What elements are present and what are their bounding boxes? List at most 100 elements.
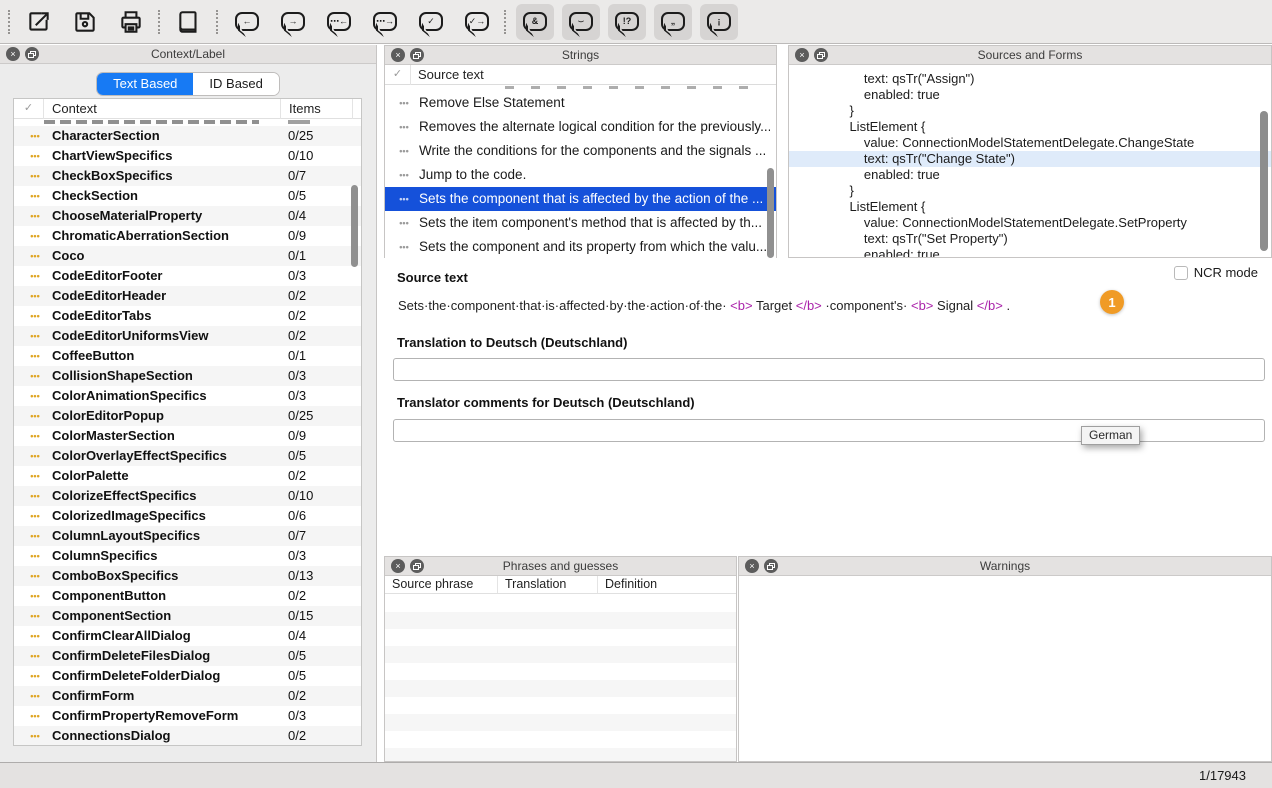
warnings-body[interactable]	[739, 577, 1271, 761]
float-icon[interactable]	[814, 48, 828, 62]
string-row[interactable]: ••• Sets the item component's method tha…	[385, 211, 776, 235]
table-row[interactable]: ••• CharacterSection 0/25	[14, 126, 361, 146]
phrases-column-header[interactable]: Definition	[597, 576, 736, 593]
table-row[interactable]: ••• Coco 0/1	[14, 246, 361, 266]
context-name: CodeEditorTabs	[52, 306, 151, 326]
close-icon[interactable]: ×	[391, 559, 405, 573]
table-row[interactable]: ••• ColorizedImageSpecifics 0/6	[14, 506, 361, 526]
prev-unfinished-button[interactable]: ←	[228, 4, 266, 40]
string-row[interactable]: ••• Removes the alternate logical condit…	[385, 115, 776, 139]
next-unfinished-button[interactable]: →	[274, 4, 312, 40]
table-row[interactable]: ••• ComboBoxSpecifics 0/13	[14, 566, 361, 586]
prev-button[interactable]: ⋯←	[320, 4, 358, 40]
close-icon[interactable]: ×	[795, 48, 809, 62]
toggle-accelerators-button[interactable]: &	[516, 4, 554, 40]
table-row[interactable]: ••• ColumnSpecifics 0/3	[14, 546, 361, 566]
string-row[interactable]: ••• Sets the component that is affected …	[385, 187, 776, 211]
table-row[interactable]: ••• ColumnLayoutSpecifics 0/7	[14, 526, 361, 546]
ncr-mode-checkbox[interactable]	[1174, 266, 1188, 280]
source-string: Sets the component that is affected by t…	[419, 187, 770, 211]
print-button[interactable]	[112, 4, 150, 40]
close-icon[interactable]: ×	[745, 559, 759, 573]
table-row[interactable]: ••• ColorPalette 0/2	[14, 466, 361, 486]
table-row[interactable]: ••• ColorAnimationSpecifics 0/3	[14, 386, 361, 406]
toolbar-handle[interactable]	[8, 10, 10, 34]
string-row[interactable]: ••• Write the conditions for the compone…	[385, 139, 776, 163]
source-text-column-header[interactable]: Source text	[418, 65, 484, 84]
done-and-next-button[interactable]: ✓	[412, 4, 450, 40]
close-icon[interactable]: ×	[6, 47, 20, 61]
context-items-count: 0/2	[288, 466, 306, 486]
table-row[interactable]: ••• ConfirmForm 0/2	[14, 686, 361, 706]
context-column-header[interactable]: Context	[52, 99, 97, 118]
source-text-segment: Sets·the·component·that·is·affected·by·t…	[398, 298, 727, 313]
open-button[interactable]	[20, 4, 58, 40]
table-row[interactable]: ••• CodeEditorFooter 0/3	[14, 266, 361, 286]
source-text-label: Source text	[397, 270, 468, 285]
open-phrase-book-button[interactable]	[170, 4, 208, 40]
next-button[interactable]: ⋯→	[366, 4, 404, 40]
toolbar-handle[interactable]	[158, 10, 160, 34]
string-row[interactable]: ••• Jump to the code.	[385, 163, 776, 187]
toggle-surrounding-whitespace-button[interactable]: ⌣	[562, 4, 600, 40]
table-row[interactable]: ••• ColorOverlayEffectSpecifics 0/5	[14, 446, 361, 466]
phrases-column-header[interactable]: Translation	[497, 576, 597, 593]
strings-table-header[interactable]: ✓ Source text	[385, 65, 776, 85]
string-row[interactable]: ••• Remove Else Statement	[385, 91, 776, 115]
table-row[interactable]: ••• ConfirmClearAllDialog 0/4	[14, 626, 361, 646]
toggle-phrase-matches-button[interactable]: „	[654, 4, 692, 40]
table-row[interactable]: ••• ChromaticAberrationSection 0/9	[14, 226, 361, 246]
table-row[interactable]: ••• CoffeeButton 0/1	[14, 346, 361, 366]
items-column-header[interactable]: Items	[280, 99, 321, 119]
table-row[interactable]: ••• ChartViewSpecifics 0/10	[14, 146, 361, 166]
table-row[interactable]: ••• ConfirmDeleteFolderDialog 0/5	[14, 666, 361, 686]
table-row[interactable]: ••• ConfirmDeleteFilesDialog 0/5	[14, 646, 361, 666]
float-icon[interactable]	[764, 559, 778, 573]
table-row[interactable]: ••• CodeEditorTabs 0/2	[14, 306, 361, 326]
toolbar-handle[interactable]	[216, 10, 218, 34]
table-row[interactable]: ••• ColorizeEffectSpecifics 0/10	[14, 486, 361, 506]
float-icon[interactable]	[410, 559, 424, 573]
done-and-next-skip-button[interactable]: ✓→	[458, 4, 496, 40]
toggle-ending-punctuation-button[interactable]: !?	[608, 4, 646, 40]
float-icon[interactable]	[410, 48, 424, 62]
tab-text-based[interactable]: Text Based	[97, 73, 193, 95]
table-row[interactable]: ••• ComponentSection 0/15	[14, 606, 361, 626]
context-items-count: 0/9	[288, 226, 306, 246]
table-row[interactable]: ••• ColorMasterSection 0/9	[14, 426, 361, 446]
table-row[interactable]: ••• CheckSection 0/5	[14, 186, 361, 206]
float-icon[interactable]	[25, 47, 39, 61]
phrases-table-body[interactable]	[385, 595, 736, 761]
tab-id-based[interactable]: ID Based	[193, 73, 278, 95]
context-items-count: 0/2	[288, 286, 306, 306]
table-row[interactable]: ••• ColorEditorPopup 0/25	[14, 406, 361, 426]
string-row[interactable]: ••• Sets the component and its property …	[385, 235, 776, 259]
toggle-place-markers-button[interactable]: ¡	[700, 4, 738, 40]
close-icon[interactable]: ×	[391, 48, 405, 62]
phrases-panel-titlebar: × Phrases and guesses	[385, 557, 736, 576]
table-row[interactable]: ••• CodeEditorHeader 0/2	[14, 286, 361, 306]
phrases-table-header[interactable]: Source phrase Translation Definition	[385, 576, 736, 594]
translation-input[interactable]	[393, 358, 1265, 381]
source-code-view[interactable]: text: qsTr("Assign") enabled: true } Lis…	[789, 66, 1271, 257]
table-row[interactable]: ••• CodeEditorUniformsView 0/2	[14, 326, 361, 346]
table-row[interactable]: ••• ConfirmPropertyRemoveForm 0/3	[14, 706, 361, 726]
context-items-count: 0/5	[288, 186, 306, 206]
table-row[interactable]: ••• ConnectionsDialog 0/2	[14, 726, 361, 746]
table-row[interactable]: ••• CheckBoxSpecifics 0/7	[14, 166, 361, 186]
sources-scrollbar[interactable]	[1260, 111, 1268, 251]
context-name: ColorAnimationSpecifics	[52, 386, 207, 406]
context-name: CollisionShapeSection	[52, 366, 193, 386]
context-scrollbar[interactable]	[351, 185, 358, 267]
table-row[interactable]: ••• CollisionShapeSection 0/3	[14, 366, 361, 386]
toolbar-handle[interactable]	[504, 10, 506, 34]
source-text-segment: Signal	[937, 298, 973, 313]
context-table-header[interactable]: ✓ Context Items	[14, 99, 361, 119]
partial-row[interactable]	[14, 119, 361, 126]
table-row[interactable]: ••• ChooseMaterialProperty 0/4	[14, 206, 361, 226]
context-items-count: 0/2	[288, 586, 306, 606]
save-button[interactable]	[66, 4, 104, 40]
strings-scrollbar[interactable]	[767, 168, 774, 258]
table-row[interactable]: ••• ComponentButton 0/2	[14, 586, 361, 606]
phrases-column-header[interactable]: Source phrase	[385, 576, 497, 593]
